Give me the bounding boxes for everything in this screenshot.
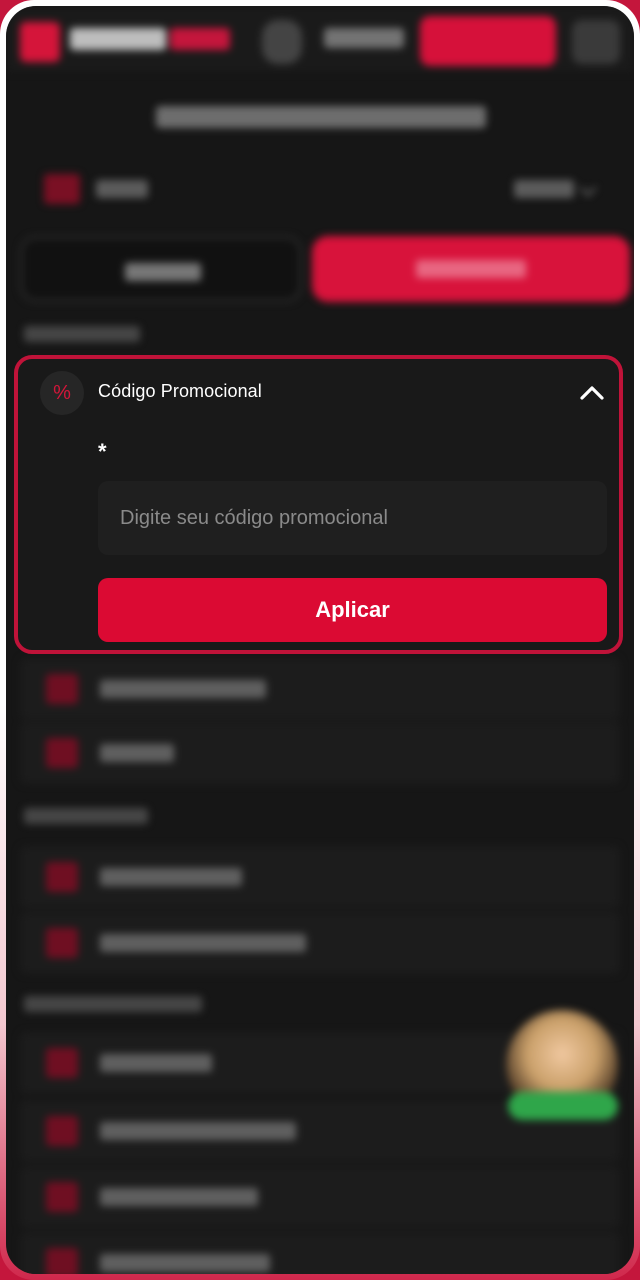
shield-icon (262, 20, 302, 64)
promo-code-input[interactable] (98, 481, 607, 555)
deposit-large-button (312, 236, 630, 302)
promo-code-title: Código Promocional (98, 381, 262, 401)
app-screen: % Código Promocional * Aplicar (6, 6, 634, 1274)
section-label (24, 996, 202, 1012)
logo (70, 28, 230, 50)
list-item (20, 912, 620, 974)
section-label (24, 808, 148, 824)
device-frame: % Código Promocional * Aplicar (0, 0, 640, 1280)
logo-icon (20, 22, 60, 62)
required-marker: * (98, 439, 107, 464)
list-item (20, 1232, 620, 1274)
percent-icon: % (40, 371, 84, 415)
list-item (20, 722, 620, 784)
withdraw-button (20, 236, 302, 302)
balance-value (514, 180, 574, 198)
apply-button[interactable]: Aplicar (98, 578, 607, 642)
banner (156, 106, 486, 128)
promo-code-card: % Código Promocional * Aplicar (14, 355, 623, 654)
balance-label (96, 180, 148, 198)
top-bar (6, 6, 634, 72)
deposit-button (420, 16, 556, 66)
list-item (20, 658, 620, 720)
wallet-icon (44, 174, 80, 204)
menu-icon (572, 20, 620, 64)
chevron-down-icon (579, 179, 597, 197)
section-label (24, 326, 140, 342)
balance-display (324, 28, 404, 48)
list-item (20, 1166, 620, 1228)
list-item (20, 846, 620, 908)
chevron-up-icon[interactable] (578, 379, 606, 407)
online-status-badge (508, 1092, 618, 1120)
